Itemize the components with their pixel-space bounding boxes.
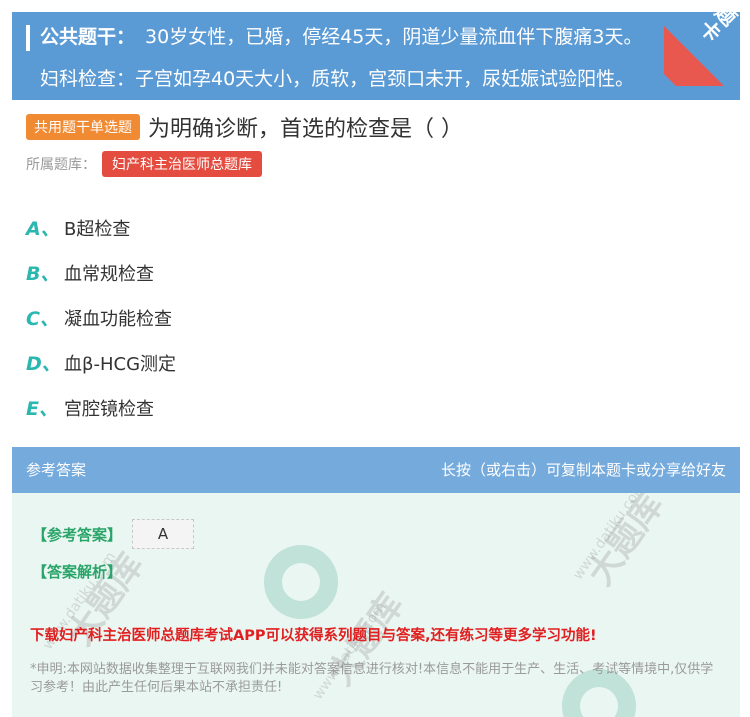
- options-list: A、 B超检查 B、 血常规检查 C、 凝血功能检查 D、 血β-HCG测定 E…: [26, 205, 176, 430]
- option-text: B超检查: [64, 218, 131, 240]
- option-text: 宫腔镜检查: [64, 398, 154, 420]
- option-letter: A、: [26, 218, 60, 240]
- question-type-tag: 共用题干单选题: [26, 114, 140, 140]
- option-letter: E、: [26, 398, 58, 420]
- option-a[interactable]: A、 B超检查: [26, 205, 176, 250]
- option-d[interactable]: D、 血β-HCG测定: [26, 340, 176, 385]
- answer-header: 参考答案 长按（或右击）可复制本题卡或分享给好友: [12, 447, 740, 493]
- disclaimer-text: *申明:本网站数据收集整理于互联网我们并未能对答案信息进行核对!本信息不能用于生…: [30, 662, 714, 695]
- stem-accent-bar: [26, 25, 30, 51]
- answer-body: 大题库 www.datiku.com 大题库 www.datiku.com 大题…: [12, 493, 740, 717]
- watermark-logo-icon: [264, 545, 338, 619]
- option-text: 血常规检查: [64, 263, 154, 285]
- option-letter: C、: [26, 308, 59, 330]
- app-download-link[interactable]: 下载妇产科主治医师总题库考试APP可以获得系列题目与答案,还有练习等更多学习功能…: [30, 624, 597, 645]
- answer-header-hint: 长按（或右击）可复制本题卡或分享给好友: [440, 461, 726, 479]
- bank-tag[interactable]: 妇产科主治医师总题库: [102, 151, 262, 177]
- option-text: 凝血功能检查: [64, 308, 172, 330]
- question-card-ribbon: 题卡: [664, 0, 750, 86]
- stem-line-1: 公共题干： 30岁女性，已婚，停经45天，阴道少量流血伴下腹痛3天。: [40, 24, 642, 50]
- stem-line-2: 妇科检查：子宫如孕40天大小，质软，宫颈口未开，尿妊娠试验阳性。: [40, 68, 635, 90]
- reference-answer-value: A: [132, 519, 195, 549]
- question-stem-panel: 公共题干： 30岁女性，已婚，停经45天，阴道少量流血伴下腹痛3天。 妇科检查：子…: [12, 12, 740, 100]
- reference-answer: 【参考答案】 A: [32, 519, 195, 549]
- option-c[interactable]: C、 凝血功能检查: [26, 295, 176, 340]
- question-bank: 所属题库： 妇产科主治医师总题库: [26, 151, 262, 177]
- stem-text-1: 30岁女性，已婚，停经45天，阴道少量流血伴下腹痛3天。: [145, 26, 643, 48]
- analysis-label: 【答案解析】: [32, 563, 123, 581]
- question-text: 为明确诊断，首选的检查是（ ）: [148, 117, 463, 142]
- option-letter: D、: [26, 353, 61, 375]
- reference-answer-label: 【参考答案】: [32, 525, 123, 544]
- option-letter: B、: [26, 263, 60, 285]
- option-b[interactable]: B、 血常规检查: [26, 250, 176, 295]
- ribbon-text: 题卡: [694, 0, 742, 47]
- stem-label: 公共题干：: [40, 26, 136, 48]
- option-text: 血β-HCG测定: [64, 353, 177, 375]
- answer-header-title: 参考答案: [26, 461, 87, 479]
- question-line: 共用题干单选题 为明确诊断，首选的检查是（ ）: [26, 112, 463, 142]
- option-e[interactable]: E、 宫腔镜检查: [26, 385, 176, 430]
- bank-label: 所属题库：: [26, 157, 96, 173]
